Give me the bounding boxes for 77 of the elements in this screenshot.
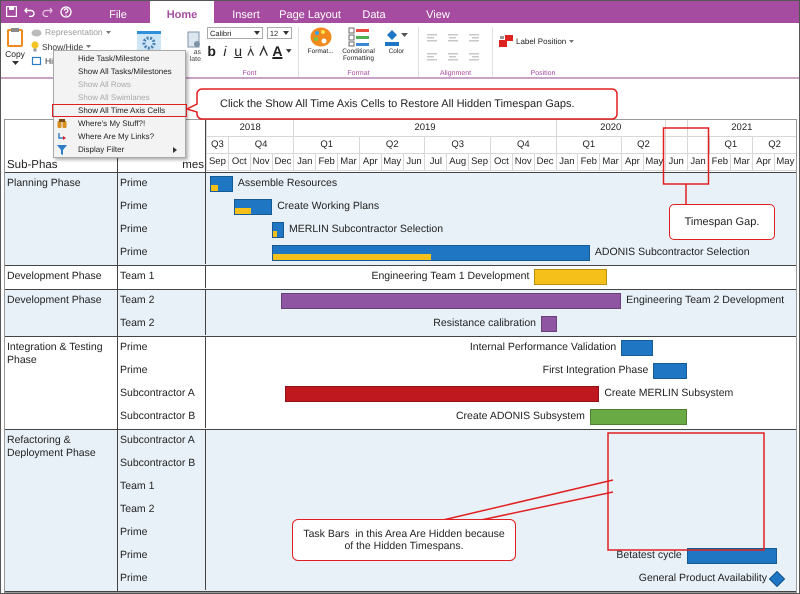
team-cell: Prime xyxy=(118,522,206,545)
task-label: General Product Availability xyxy=(638,572,767,584)
month-cell: Jan xyxy=(293,154,316,171)
task-label: Assemble Resources xyxy=(238,177,338,189)
team-cell: Subcontractor B xyxy=(118,453,206,476)
callout-text: Timespan Gap. xyxy=(684,216,760,228)
team-cell: Subcontractor A xyxy=(118,383,206,406)
team-cell: Team 1 xyxy=(118,476,206,499)
month-cell: Dec xyxy=(534,154,556,171)
task-label: First Integration Phase xyxy=(542,364,648,376)
quarter-cell: Q1 xyxy=(556,137,622,154)
team-cell: Subcontractor A xyxy=(118,430,206,453)
team-cell: Team 2 xyxy=(118,499,206,522)
month-cell: Mar xyxy=(730,154,752,171)
month-cell: Dec xyxy=(272,154,294,171)
month-cell: Jan xyxy=(556,154,578,171)
team-cell: Team 1 xyxy=(118,266,206,288)
month-cell: May xyxy=(642,154,665,171)
team-cell: Prime xyxy=(118,568,206,590)
task-label: Engineering Team 1 Development xyxy=(371,270,530,282)
month-cell: Nov xyxy=(512,154,534,171)
team-cell: Team 2 xyxy=(118,313,206,335)
team-cell: Subcontractor B xyxy=(118,406,206,428)
quarter-cell: Q3 xyxy=(206,137,228,154)
year-cell: 2021 xyxy=(686,120,796,137)
phase-cell: Refactoring & Deployment Phase xyxy=(5,430,118,591)
month-cell: Feb xyxy=(577,154,600,171)
phase-cell: Development Phase xyxy=(5,266,118,289)
callout-text: Task Bars in this Area Are Hidden because of the Hidden Timespans. xyxy=(302,528,506,552)
month-cell: Apr xyxy=(752,154,774,171)
month-cell: Jun xyxy=(402,154,424,171)
quarter-cell: Q1 xyxy=(293,137,359,154)
task-label: MERLIN Subcontractor Selection xyxy=(289,223,444,235)
task-label: Create MERLIN Subsystem xyxy=(604,387,734,399)
month-cell: Oct xyxy=(490,154,512,171)
task-label: Internal Performance Validation xyxy=(470,341,616,353)
team-cell: Prime xyxy=(118,360,206,383)
quarter-cell: Q4 xyxy=(490,137,556,154)
team-cell: Prime xyxy=(118,196,206,219)
month-cell: Jan xyxy=(686,154,708,171)
month-cell: Sep xyxy=(468,154,490,171)
callout-text: Click the Show All Time Axis Cells to Restore All Hidden Timespan Gaps. xyxy=(220,98,575,110)
month-cell: Jun xyxy=(664,154,687,171)
month-cell: Nov xyxy=(250,154,272,171)
task-label: Engineering Team 2 Development xyxy=(626,294,784,306)
quarter-cell: Q3 xyxy=(424,137,490,154)
task-label: Resistance calibration xyxy=(433,317,536,329)
quarter-cell: Q2 xyxy=(358,137,424,154)
quarter-cell: Q1 xyxy=(708,137,752,154)
month-cell: Mar xyxy=(337,154,359,171)
phase-cell: Planning Phase xyxy=(5,173,118,265)
phase-cell: Integration & Testing Phase xyxy=(5,337,118,429)
team-cell: Prime xyxy=(118,242,206,264)
team-cell: Prime xyxy=(118,337,206,360)
month-cell: Sep xyxy=(206,154,228,171)
quarter-cell: Q2 xyxy=(621,137,665,154)
task-label: ADONIS Subcontractor Selection xyxy=(594,246,750,258)
month-cell: Feb xyxy=(708,154,730,171)
phase-cell: Development Phase xyxy=(5,290,118,336)
team-cell: Prime xyxy=(118,219,206,242)
task-label: Betatest cycle xyxy=(616,549,682,561)
task-label: Create Working Plans xyxy=(277,200,380,212)
month-cell: Apr xyxy=(358,154,381,171)
team-cell: Prime xyxy=(118,173,206,196)
month-cell: Feb xyxy=(315,154,338,171)
month-cell: Apr xyxy=(621,154,643,171)
team-cell: Prime xyxy=(118,545,206,568)
month-cell: May xyxy=(774,154,796,171)
month-cell: May xyxy=(380,154,403,171)
month-cell: Aug xyxy=(446,154,468,171)
month-cell: Mar xyxy=(599,154,622,171)
task-label: Create ADONIS Subsystem xyxy=(456,410,585,422)
quarter-cell: Q4 xyxy=(228,137,294,154)
month-cell: Jul xyxy=(424,154,446,171)
team-cell: Team 2 xyxy=(118,290,206,313)
month-cell: Oct xyxy=(228,154,250,171)
quarter-cell: Q2 xyxy=(752,137,796,154)
